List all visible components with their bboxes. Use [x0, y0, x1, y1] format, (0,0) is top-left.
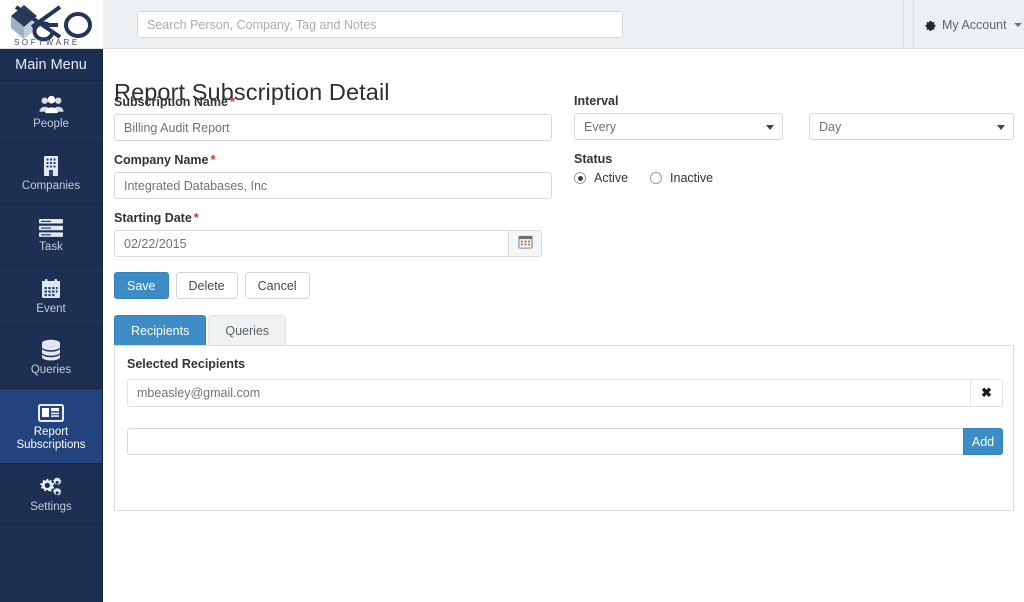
calendar-picker-button[interactable]	[508, 230, 542, 257]
status-radio-active[interactable]	[574, 172, 586, 184]
label-text: Company Name	[114, 153, 209, 167]
status-radio-group: Active Inactive	[574, 171, 1014, 185]
interval-unit-select[interactable]: Day	[809, 113, 1014, 140]
toolbar-divider	[903, 0, 904, 49]
database-icon	[38, 337, 64, 361]
sidebar-heading-main-menu[interactable]: Main Menu	[0, 49, 102, 81]
save-button[interactable]: Save	[114, 272, 169, 299]
sidebar-item-label: Queries	[30, 364, 72, 377]
top-bar: SOFTWARE My Account	[0, 0, 1024, 49]
sidebar-item-label: People	[33, 118, 69, 131]
field-interval: Interval Every Day	[574, 94, 1014, 140]
starting-date-label: Starting Date *	[114, 210, 552, 225]
interval-frequency-select[interactable]: Every	[574, 113, 783, 140]
interval-selects: Every Day	[574, 113, 1014, 140]
sidebar-item-task[interactable]: Task	[0, 204, 102, 266]
my-account-menu[interactable]: My Account	[924, 16, 1022, 34]
subscription-name-label: Subscription Name *	[114, 94, 552, 109]
field-company-name: Company Name *	[114, 152, 552, 199]
calendar-icon	[517, 234, 533, 254]
gear-icon	[924, 19, 937, 32]
sidebar-item-label: Event	[36, 302, 66, 315]
label-text: Subscription Name	[114, 95, 228, 109]
required-marker: *	[229, 94, 235, 109]
sidebar-item-label: Task	[39, 241, 63, 254]
field-starting-date: Starting Date *	[114, 210, 552, 257]
add-recipient-input[interactable]	[127, 428, 963, 455]
status-radio-inactive-label[interactable]: Inactive	[670, 171, 713, 185]
chevron-down-icon	[997, 124, 1005, 130]
calendar-icon	[38, 276, 64, 300]
add-recipient-row: Add	[127, 428, 1003, 455]
close-icon[interactable]: ✖	[970, 379, 1003, 407]
tab-bar: Recipients Queries	[114, 315, 287, 345]
label-text: Starting Date	[114, 211, 192, 225]
xeo-logo-icon: SOFTWARE	[11, 5, 92, 47]
field-status: Status Active Inactive	[574, 152, 1014, 185]
my-account-label: My Account	[942, 18, 1007, 32]
recipient-email: mbeasley@gmail.com	[127, 379, 970, 407]
sidebar-item-companies[interactable]: Companies	[0, 143, 102, 204]
company-name-input[interactable]	[114, 172, 552, 199]
interval-frequency-value: Every	[584, 119, 616, 134]
delete-button[interactable]: Delete	[175, 272, 238, 299]
status-radio-inactive[interactable]	[650, 172, 663, 184]
sidebar-item-label: Settings	[30, 500, 72, 513]
required-marker: *	[210, 152, 216, 167]
subscription-name-input[interactable]	[114, 114, 552, 141]
building-icon	[38, 153, 64, 177]
tab-recipients[interactable]: Recipients	[114, 315, 207, 345]
sidebar-item-event[interactable]: Event	[0, 266, 102, 327]
tab-queries[interactable]: Queries	[208, 315, 287, 345]
sidebar-item-report-subscriptions[interactable]: Report Subscriptions	[0, 388, 102, 464]
sidebar-item-people[interactable]: People	[0, 81, 102, 143]
sidebar-item-queries[interactable]: Queries	[0, 327, 102, 389]
cancel-button[interactable]: Cancel	[244, 272, 310, 299]
selected-recipients-label: Selected Recipients	[127, 357, 246, 371]
sidebar-item-label: Companies	[21, 179, 81, 192]
global-search[interactable]	[137, 11, 623, 38]
newspaper-icon	[38, 399, 64, 423]
field-subscription-name: Subscription Name *	[114, 94, 552, 141]
list-icon	[38, 214, 64, 238]
form-actions: Save Delete Cancel	[114, 272, 310, 299]
status-radio-active-label[interactable]: Active	[594, 171, 628, 185]
status-label: Status	[574, 152, 613, 166]
interval-unit-value: Day	[819, 119, 842, 134]
add-recipient-button[interactable]: Add	[963, 428, 1003, 455]
brand-logo[interactable]: SOFTWARE	[0, 0, 103, 48]
app-root: SOFTWARE My Account Main Menu	[0, 0, 1024, 602]
table-row: mbeasley@gmail.com ✖	[127, 379, 1003, 407]
chevron-down-icon	[766, 124, 774, 130]
sidebar-item-label: Report Subscriptions	[16, 426, 86, 451]
chevron-down-icon	[1013, 23, 1022, 27]
required-marker: *	[193, 210, 199, 225]
sidebar: Main Menu People Companies Task Event Qu…	[0, 49, 103, 602]
sidebar-item-settings[interactable]: Settings	[0, 464, 102, 525]
toolbar-divider	[913, 0, 914, 49]
gears-icon	[38, 474, 64, 498]
interval-label: Interval	[574, 94, 619, 108]
starting-date-input[interactable]	[114, 230, 508, 257]
search-input[interactable]	[137, 11, 623, 38]
recipients-panel: Selected Recipients mbeasley@gmail.com ✖…	[114, 345, 1014, 511]
main-content: Report Subscription Detail Subscription …	[103, 49, 1024, 602]
starting-date-group	[114, 230, 552, 257]
sidebar-heading-label: Main Menu	[15, 56, 87, 73]
people-icon	[38, 91, 64, 115]
company-name-label: Company Name *	[114, 152, 552, 167]
svg-text:SOFTWARE: SOFTWARE	[14, 38, 80, 47]
